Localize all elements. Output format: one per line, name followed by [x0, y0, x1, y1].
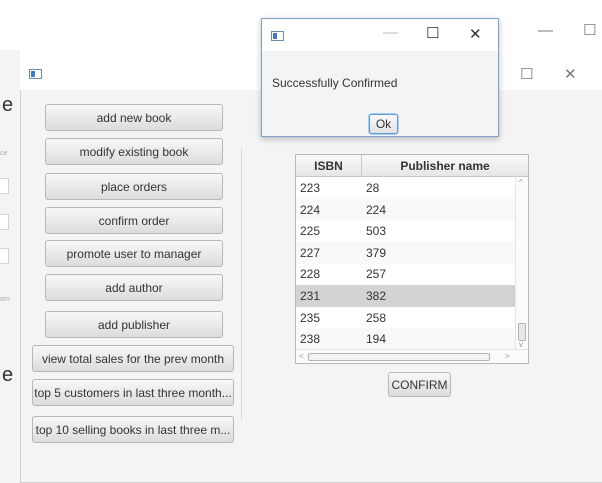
app-icon [29, 69, 42, 79]
background-minimize-button[interactable]: — [538, 22, 553, 39]
scroll-down-icon[interactable]: v [519, 340, 523, 349]
main-maximize-button[interactable]: ☐ [520, 65, 533, 83]
horizontal-scrollbar[interactable]: < > [296, 349, 528, 363]
background-window-content: e ce om e [0, 50, 20, 483]
isbn-cell: 224 [300, 202, 321, 217]
background-window-letter: e [2, 364, 14, 386]
publisher-name-cell: 194 [366, 332, 387, 347]
table-header: ISBN Publisher name [296, 155, 528, 177]
publisher-name-cell: 503 [366, 224, 387, 239]
isbn-cell: 225 [300, 224, 321, 239]
isbn-publisher-table[interactable]: ISBN Publisher name 223 28 224 224 225 503 227… [295, 154, 529, 364]
background-window-field[interactable] [0, 248, 9, 264]
isbn-cell: 231 [300, 289, 321, 303]
table-row[interactable]: 223 28 [296, 177, 515, 199]
publisher-name-cell: 382 [366, 289, 387, 303]
background-window-field[interactable] [0, 178, 9, 194]
horizontal-scroll-thumb[interactable] [308, 353, 490, 361]
publisher-name-cell: 28 [366, 181, 380, 195]
view-total-sales-button[interactable]: view total sales for the prev month [32, 345, 234, 372]
table-row[interactable]: 231 382 [296, 285, 515, 307]
top-10-selling-books-button[interactable]: top 10 selling books in last three m... [32, 416, 234, 443]
dialog-app-icon [271, 31, 284, 41]
isbn-cell: 235 [300, 310, 321, 325]
confirm-order-button[interactable]: confirm order [45, 207, 223, 234]
publisher-name-cell: 257 [366, 267, 387, 282]
add-author-button[interactable]: add author [45, 274, 223, 301]
background-window-fragment: om [0, 296, 10, 303]
background-maximize-button[interactable]: ☐ [583, 21, 596, 39]
table-row[interactable]: 224 224 [296, 198, 515, 221]
top-5-customers-button[interactable]: top 5 customers in last three month... [32, 379, 234, 406]
dialog-minimize-button[interactable]: — [383, 24, 398, 41]
column-header-publisher-name[interactable]: Publisher name [362, 155, 528, 177]
table-row[interactable]: 228 257 [296, 263, 515, 285]
background-window-field[interactable] [0, 214, 9, 230]
background-window-fragment: ce [0, 150, 8, 157]
add-new-book-button[interactable]: add new book [45, 104, 223, 131]
scroll-right-icon[interactable]: > [505, 352, 510, 361]
table-row[interactable]: 227 379 [296, 241, 515, 264]
isbn-cell: 238 [300, 332, 321, 347]
table-row[interactable]: 238 194 [296, 328, 515, 351]
vertical-scrollbar[interactable]: ^ v [515, 177, 528, 349]
dialog-titlebar: — ☐ ✕ [262, 19, 498, 51]
dialog-message: Successfully Confirmed [272, 76, 398, 90]
background-window-letter: e [2, 94, 14, 116]
split-divider[interactable] [241, 148, 242, 420]
place-orders-button[interactable]: place orders [45, 173, 223, 200]
modify-existing-book-button[interactable]: modify existing book [45, 138, 223, 165]
isbn-cell: 228 [300, 267, 321, 282]
table-row[interactable]: 235 258 [296, 307, 515, 329]
column-header-isbn[interactable]: ISBN [296, 155, 362, 177]
promote-user-to-manager-button[interactable]: promote user to manager [45, 240, 223, 267]
vertical-scroll-thumb[interactable] [518, 323, 526, 341]
confirmation-dialog: — ☐ ✕ Successfully Confirmed Ok [261, 18, 499, 137]
isbn-cell: 223 [300, 181, 321, 195]
confirm-button[interactable]: CONFIRM [388, 372, 451, 397]
ok-button[interactable]: Ok [369, 114, 398, 134]
dialog-maximize-button[interactable]: ☐ [426, 24, 439, 42]
publisher-name-cell: 379 [366, 245, 387, 260]
scroll-left-icon[interactable]: < [299, 352, 304, 361]
table-row[interactable]: 225 503 [296, 220, 515, 242]
isbn-cell: 227 [300, 245, 321, 260]
add-publisher-button[interactable]: add publisher [45, 311, 223, 338]
dialog-close-button[interactable]: ✕ [469, 25, 482, 43]
publisher-name-cell: 258 [366, 310, 387, 325]
scroll-up-icon[interactable]: ^ [519, 178, 523, 187]
publisher-name-cell: 224 [366, 202, 387, 217]
main-close-button[interactable]: ✕ [564, 65, 577, 83]
